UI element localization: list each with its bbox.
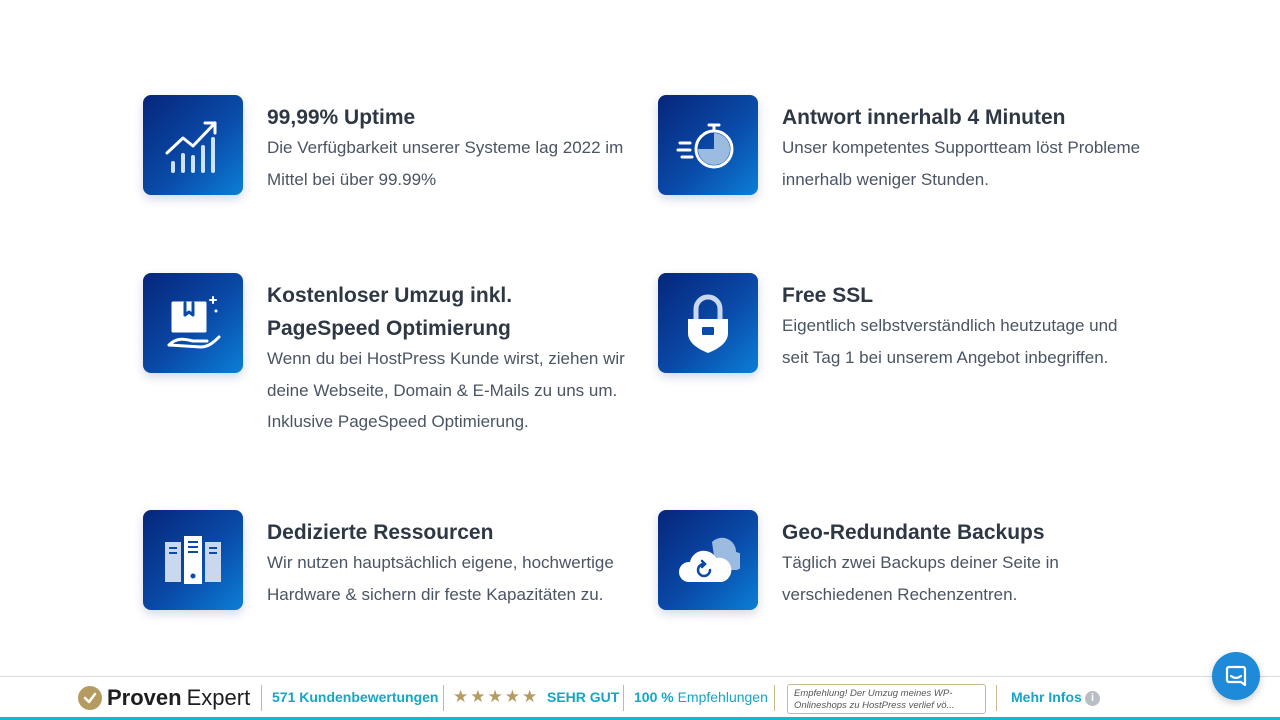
server-rack-icon [143, 510, 243, 610]
chat-button[interactable] [1212, 652, 1260, 700]
feature-description: Unser kompetentes Supportteam löst Probl… [782, 138, 1141, 189]
box-hand-icon [143, 273, 243, 373]
chat-bubble-icon [1225, 665, 1247, 687]
recommendation-percent: 100 % [634, 689, 674, 705]
feature-description: Wenn du bei HostPress Kunde wirst, ziehe… [267, 349, 625, 431]
feature-title: 99,99% Uptime [267, 106, 416, 129]
stopwatch-icon [658, 95, 758, 195]
checkmark-badge-icon [78, 686, 102, 710]
info-icon[interactable]: i [1085, 691, 1100, 706]
feature-title: Antwort innerhalb 4 Minuten [782, 106, 1066, 129]
lock-shield-icon [658, 273, 758, 373]
recommendation-rate[interactable]: 100 % Empfehlungen [634, 689, 768, 705]
review-quote[interactable]: Empfehlung! Der Umzug meines WP-Onlinesh… [787, 684, 986, 714]
recommendation-label: Empfehlungen [677, 689, 768, 705]
divider [996, 685, 997, 711]
divider [261, 685, 262, 711]
proven-expert-logo[interactable]: Proven Expert [78, 685, 250, 711]
feature-title: Dedizierte Ressourcen [267, 521, 494, 544]
divider [443, 685, 444, 711]
cloud-backup-icon [658, 510, 758, 610]
reviews-count-link[interactable]: 571 Kundenbewertungen [272, 689, 438, 705]
divider [774, 685, 775, 711]
proven-expert-bar[interactable]: Proven Expert 571 Kundenbewertungen ★★★★… [0, 676, 1280, 720]
rating-label[interactable]: SEHR GUT [547, 689, 619, 705]
more-info-link[interactable]: Mehr Infos [1011, 689, 1082, 705]
feature-description: Täglich zwei Backups deiner Seite in ver… [782, 553, 1059, 604]
feature-title: Kostenloser Umzug inkl. PageSpeed Optimi… [267, 284, 513, 340]
brand-proven: Proven [107, 685, 182, 710]
feature-description: Eigentlich selbstverständlich heutzutage… [782, 316, 1118, 367]
feature-title: Geo-Redundante Backups [782, 521, 1045, 544]
feature-title: Free SSL [782, 284, 874, 307]
feature-description: Die Verfügbarkeit unserer Systeme lag 20… [267, 138, 624, 189]
divider [623, 685, 624, 711]
chart-growth-icon [143, 95, 243, 195]
rating-stars-icon: ★★★★★ [453, 687, 540, 706]
feature-description: Wir nutzen hauptsächlich eigene, hochwer… [267, 553, 614, 604]
brand-expert: Expert [186, 685, 251, 710]
